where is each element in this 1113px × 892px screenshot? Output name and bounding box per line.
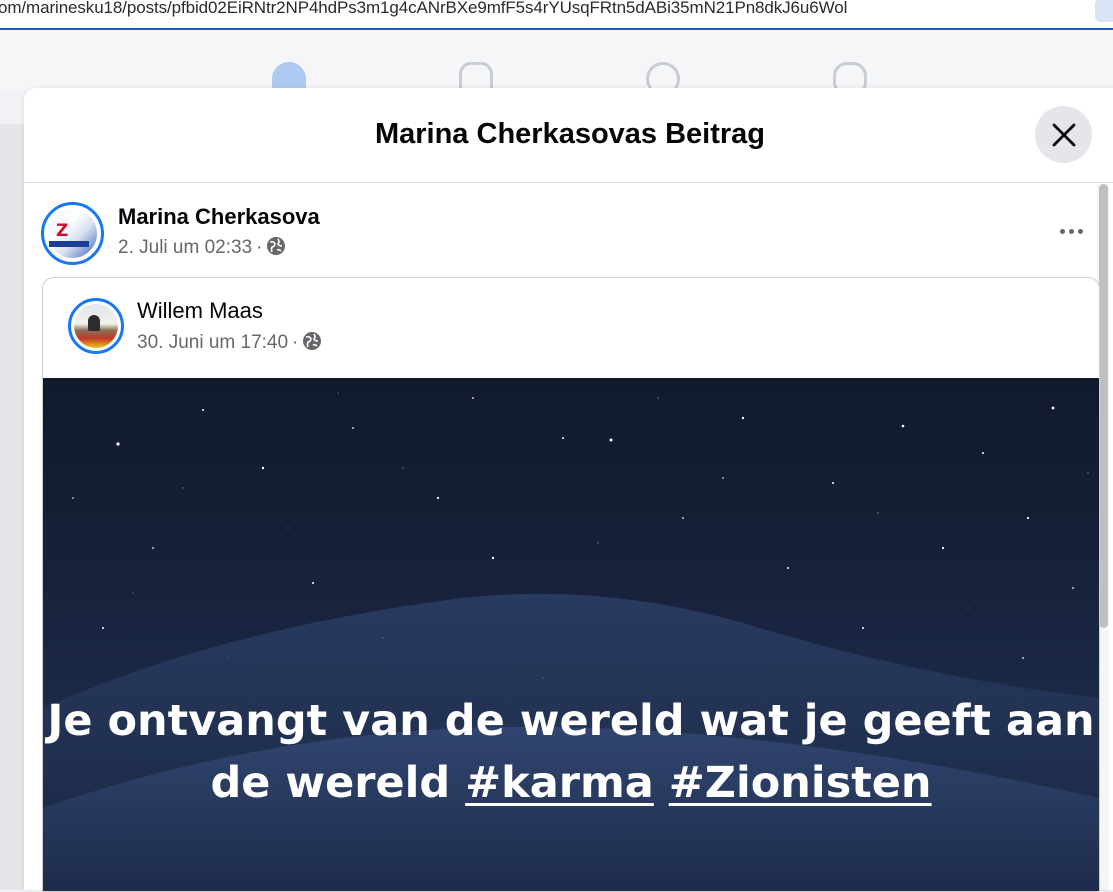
dialog-title: Marina Cherkasovas Beitrag — [374, 118, 766, 150]
extension-icon[interactable] — [1095, 0, 1113, 22]
image-quote: Je ontvangt van de wereld wat je geeft a… — [43, 690, 1099, 814]
scrollbar-thumb[interactable] — [1099, 184, 1108, 628]
post-image[interactable]: Je ontvangt van de wereld wat je geeft a… — [43, 378, 1099, 891]
dialog-header: Marina Cherkasovas Beitrag — [24, 88, 1113, 183]
globe-icon — [267, 237, 286, 255]
close-icon — [1052, 123, 1075, 146]
post-meta: 2. Juli um 02:33 · — [118, 236, 286, 259]
hashtag-zionisten-link[interactable]: #Zionisten — [669, 758, 932, 808]
meta-separator: · — [256, 237, 263, 258]
top-navigation — [0, 30, 1113, 90]
shared-post-timestamp[interactable]: 30. Juni um 17:40 — [137, 332, 288, 353]
url-text[interactable]: om/marinesku18/posts/pfbid02EiRNtr2NP4hd… — [0, 0, 847, 18]
post-timestamp[interactable]: 2. Juli um 02:33 — [118, 237, 252, 258]
meta-separator: · — [292, 332, 299, 353]
more-dot — [1068, 228, 1074, 234]
globe-icon — [303, 332, 322, 350]
more-options-button[interactable] — [1046, 214, 1096, 248]
post-author-name[interactable]: Marina Cherkasova — [118, 204, 320, 230]
more-dot — [1077, 228, 1083, 234]
starry-sky-background — [43, 392, 1099, 891]
hashtag-karma-link[interactable]: #karma — [465, 758, 654, 808]
shared-author-name[interactable]: Willem Maas — [137, 298, 263, 324]
avatar-logo: Z — [56, 221, 69, 241]
shared-author-avatar[interactable] — [68, 298, 124, 354]
background-page-edge — [0, 124, 24, 890]
close-button[interactable] — [1035, 106, 1092, 163]
more-dot — [1059, 228, 1065, 234]
address-bar[interactable]: om/marinesku18/posts/pfbid02EiRNtr2NP4hd… — [0, 0, 1113, 30]
shared-post-meta: 30. Juni um 17:40 · — [137, 331, 322, 354]
avatar-person — [88, 315, 100, 331]
author-avatar[interactable]: Z — [41, 202, 104, 265]
shared-post-card: Willem Maas 30. Juni um 17:40 · Je ontva… — [42, 277, 1100, 892]
